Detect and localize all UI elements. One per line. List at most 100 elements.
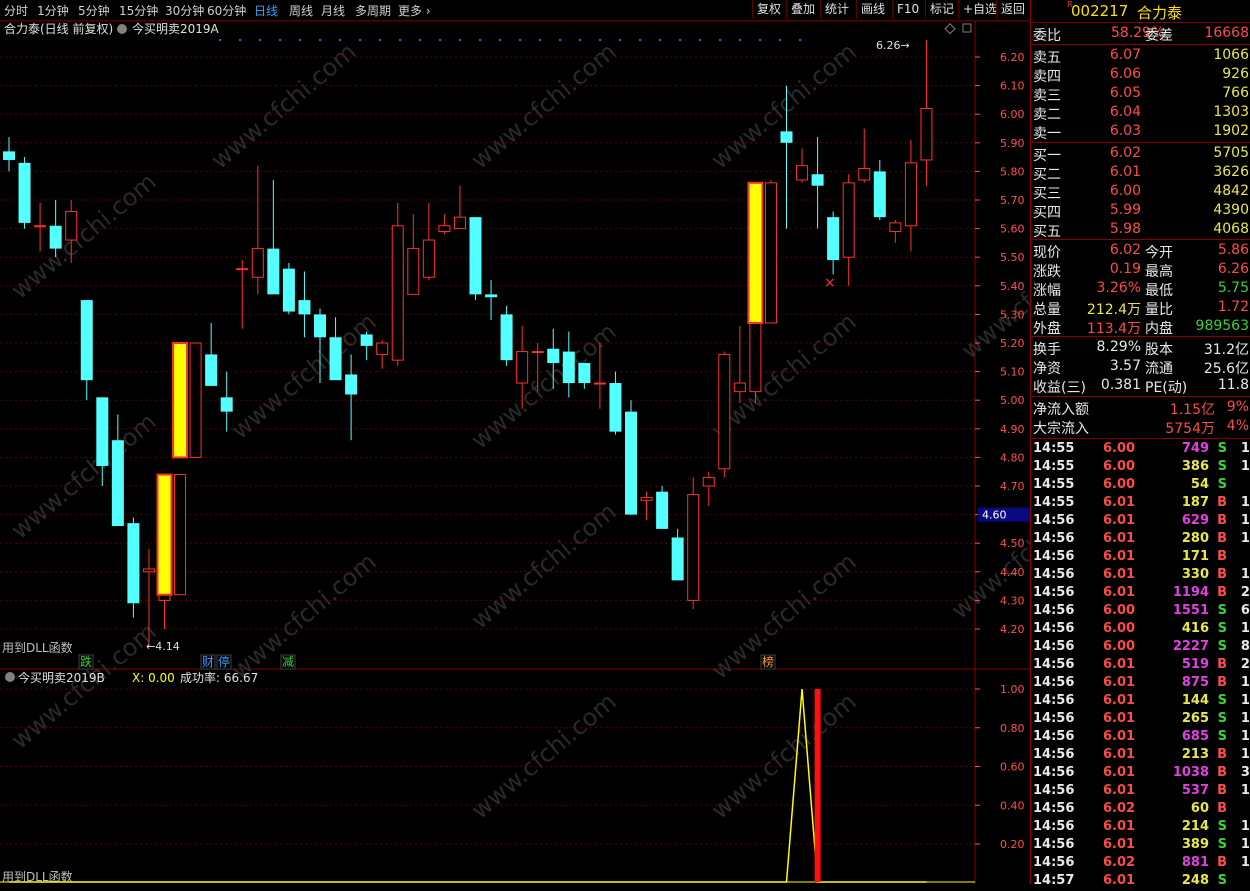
candle[interactable] <box>50 200 62 257</box>
candle[interactable] <box>175 475 186 595</box>
candle[interactable] <box>843 174 854 286</box>
period-tab-5[interactable]: 60分钟 <box>207 2 246 19</box>
candle[interactable] <box>719 352 730 478</box>
tick-row[interactable]: 14:566.00416S18 <box>1031 621 1250 639</box>
ask-row[interactable]: 卖一6.031902 <box>1031 123 1250 142</box>
kline-chart[interactable]: www.cfchi.comwww.cfchi.comwww.cfchi.comw… <box>0 0 1030 884</box>
tick-row[interactable]: 14:566.01171B8 <box>1031 549 1250 567</box>
tick-row[interactable]: 14:556.01187B11 <box>1031 495 1250 513</box>
candle[interactable] <box>81 300 93 400</box>
event-label[interactable]: 财 <box>202 655 214 669</box>
bid-row[interactable]: 买四5.994390 <box>1031 202 1250 221</box>
candle[interactable] <box>501 306 513 366</box>
candle[interactable] <box>439 214 450 234</box>
candle[interactable] <box>734 326 745 403</box>
candle[interactable] <box>625 400 637 514</box>
period-tab-1[interactable]: 1分钟 <box>37 2 69 19</box>
candle[interactable] <box>190 343 201 457</box>
tick-row[interactable]: 14:556.00749S15 <box>1031 441 1250 459</box>
candle[interactable] <box>641 492 652 521</box>
candle[interactable] <box>205 323 217 386</box>
bid-row[interactable]: 买一6.025705 <box>1031 145 1250 164</box>
ask-row[interactable]: 卖二6.041303 <box>1031 104 1250 123</box>
period-tab-8[interactable]: 月线 <box>321 2 345 19</box>
event-label[interactable]: 跌 <box>80 654 92 669</box>
candle[interactable] <box>283 263 295 314</box>
tick-row[interactable]: 14:566.01389S10 <box>1031 837 1250 855</box>
candle[interactable] <box>3 137 15 171</box>
candle[interactable] <box>237 260 248 329</box>
candle[interactable] <box>578 363 590 389</box>
candle[interactable] <box>361 332 373 361</box>
tick-row[interactable]: 14:566.01330B12 <box>1031 567 1250 585</box>
tick-row[interactable]: 14:566.01144S10 <box>1031 693 1250 711</box>
candle[interactable] <box>267 180 279 294</box>
candle[interactable] <box>890 220 901 243</box>
tick-row[interactable]: 14:566.01629B16 <box>1031 513 1250 531</box>
candle[interactable] <box>454 186 465 229</box>
candle[interactable] <box>827 211 839 274</box>
tick-row[interactable]: 14:566.002227S86 <box>1031 639 1250 657</box>
candle[interactable] <box>672 529 684 580</box>
period-tab-6[interactable]: 日线 <box>254 2 278 19</box>
toolbar-button-2[interactable]: 统计 <box>820 0 856 19</box>
candle[interactable] <box>377 340 388 369</box>
tick-row[interactable]: 14:566.02881B12 <box>1031 855 1250 873</box>
candle[interactable] <box>703 472 714 506</box>
tick-row[interactable]: 14:566.011038B30 <box>1031 765 1250 783</box>
tick-row[interactable]: 14:566.01519B20 <box>1031 657 1250 675</box>
candle[interactable] <box>252 166 263 295</box>
candle[interactable] <box>905 140 916 252</box>
tick-row[interactable]: 14:566.01265S12 <box>1031 711 1250 729</box>
tick-row[interactable]: 14:566.011194B26 <box>1031 585 1250 603</box>
candle[interactable] <box>609 372 621 435</box>
indicator-toggle-icon[interactable] <box>117 24 127 34</box>
candle[interactable] <box>470 217 482 300</box>
toolbar-button-1[interactable]: 叠加 <box>786 0 820 19</box>
bid-row[interactable]: 买二6.013626 <box>1031 164 1250 183</box>
candle[interactable] <box>423 203 434 280</box>
tick-row[interactable]: 14:566.01213B10 <box>1031 747 1250 765</box>
event-label[interactable]: 停 <box>218 654 230 669</box>
candle[interactable] <box>797 149 808 183</box>
candle[interactable] <box>859 129 870 183</box>
ask-row[interactable]: 卖四6.06926 <box>1031 66 1250 85</box>
ask-row[interactable]: 卖三6.05766 <box>1031 85 1250 104</box>
toolbar-button-3[interactable]: 画线 <box>856 0 892 19</box>
toolbar-button-7[interactable]: 返回 <box>996 0 1030 19</box>
bid-row[interactable]: 买五5.984068 <box>1031 221 1250 240</box>
period-tab-2[interactable]: 5分钟 <box>78 2 110 19</box>
tick-row[interactable]: 14:566.01685S18 <box>1031 729 1250 747</box>
candle[interactable] <box>35 203 46 252</box>
candle[interactable] <box>874 160 886 220</box>
candle[interactable] <box>765 180 776 323</box>
toolbar-button-6[interactable]: +自选 <box>958 0 996 19</box>
tick-row[interactable]: 14:566.01875B13 <box>1031 675 1250 693</box>
period-tab-0[interactable]: 分时 <box>4 2 28 19</box>
period-tab-7[interactable]: 周线 <box>289 2 313 19</box>
event-label[interactable]: 榜 <box>762 654 774 669</box>
toolbar-button-5[interactable]: 标记 <box>925 0 958 19</box>
candle[interactable] <box>19 157 31 229</box>
event-label[interactable]: 减 <box>282 655 294 669</box>
sub-indicator-toggle-icon[interactable] <box>5 672 15 682</box>
tick-row[interactable]: 14:556.0054S4 <box>1031 477 1250 495</box>
tick-row[interactable]: 14:566.01280B14 <box>1031 531 1250 549</box>
toolbar-button-0[interactable]: 复权 <box>752 0 786 19</box>
candle[interactable] <box>127 517 139 617</box>
candle[interactable] <box>563 332 575 398</box>
period-tab-9[interactable]: 多周期 <box>355 2 391 19</box>
tick-row[interactable]: 14:566.0260B3 <box>1031 801 1250 819</box>
bid-row[interactable]: 买三6.004842 <box>1031 183 1250 202</box>
candle[interactable] <box>392 203 403 366</box>
tick-row[interactable]: 14:566.01214S14 <box>1031 819 1250 837</box>
period-tab-10[interactable]: 更多 › <box>398 2 431 19</box>
ask-row[interactable]: 卖五6.071066 <box>1031 47 1250 66</box>
candle[interactable] <box>812 137 824 229</box>
toolbar-button-4[interactable]: F10 <box>892 0 925 19</box>
window-icon[interactable] <box>963 24 971 32</box>
tick-row[interactable]: 14:566.001551S62 <box>1031 603 1250 621</box>
candle[interactable] <box>345 354 357 440</box>
candle[interactable] <box>298 272 310 338</box>
candle[interactable] <box>656 486 668 529</box>
